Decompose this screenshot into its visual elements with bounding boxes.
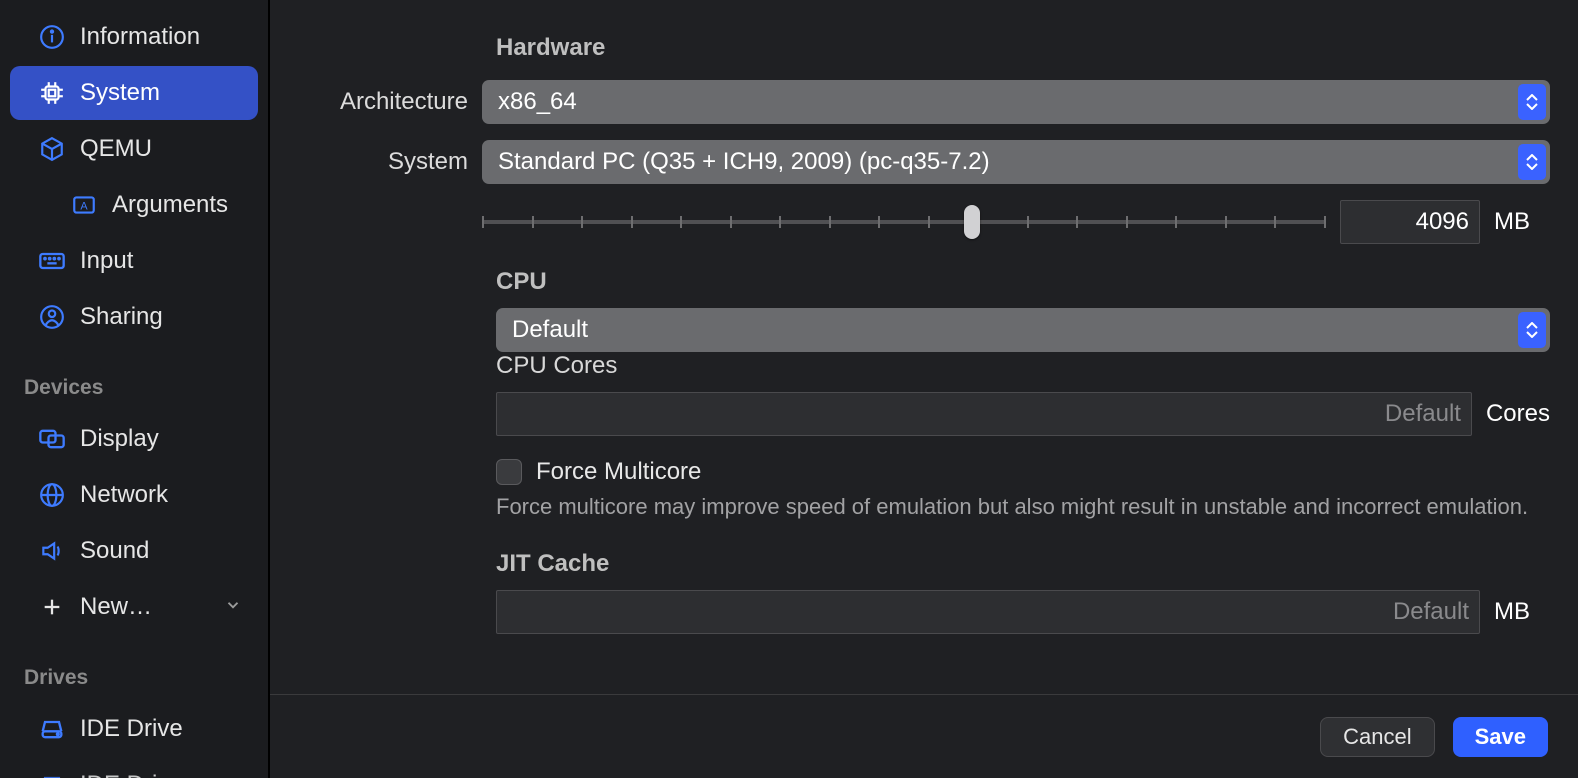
sidebar-item-label: QEMU: [80, 135, 152, 163]
memory-unit: MB: [1494, 208, 1550, 236]
display-icon: [38, 425, 66, 453]
system-popup-value: Standard PC (Q35 + ICH9, 2009) (pc-q35-7…: [498, 148, 990, 176]
cpu-icon: [38, 79, 66, 107]
sidebar-section-drives: Drives: [0, 636, 268, 700]
sidebar-item-label: Sound: [80, 537, 149, 565]
memory-slider-knob[interactable]: [964, 205, 980, 239]
arguments-icon: A: [70, 191, 98, 219]
updown-icon: [1518, 312, 1546, 348]
jit-cache-heading: JIT Cache: [496, 550, 1550, 578]
sidebar-item-new[interactable]: New…: [10, 580, 258, 634]
force-multicore-label: Force Multicore: [536, 458, 701, 486]
cpu-popup-value: Default: [512, 316, 588, 344]
sidebar-item-input[interactable]: Input: [10, 234, 258, 288]
memory-input[interactable]: [1340, 200, 1480, 244]
jit-cache-row: MB: [496, 590, 1550, 634]
sidebar-item-network[interactable]: Network: [10, 468, 258, 522]
sidebar-item-information[interactable]: Information: [10, 10, 258, 64]
footer: Cancel Save: [270, 694, 1578, 778]
content-scroll[interactable]: Hardware Architecture x86_64 System Stan…: [270, 0, 1578, 694]
main-panel: Hardware Architecture x86_64 System Stan…: [270, 0, 1578, 778]
sidebar-item-label: Display: [80, 425, 159, 453]
sidebar-item-ide-drive-1[interactable]: IDE Drive: [10, 702, 258, 756]
cpu-heading: CPU: [496, 268, 1550, 296]
save-button[interactable]: Save: [1453, 717, 1548, 757]
architecture-label: Architecture: [298, 88, 482, 116]
architecture-row: Architecture x86_64: [298, 80, 1550, 124]
cancel-button[interactable]: Cancel: [1320, 717, 1434, 757]
force-multicore-row: Force Multicore: [496, 458, 1550, 486]
updown-icon: [1518, 84, 1546, 120]
svg-text:A: A: [80, 200, 88, 212]
sidebar-item-label: IDE Drive: [80, 771, 183, 778]
cpu-cores-heading: CPU Cores: [496, 352, 1550, 380]
hardware-heading: Hardware: [496, 34, 1550, 62]
info-icon: [38, 23, 66, 51]
system-label: System: [298, 148, 482, 176]
speaker-icon: [38, 537, 66, 565]
chevron-down-icon: [224, 593, 242, 621]
cube-icon: [38, 135, 66, 163]
cpu-cores-row: Cores: [496, 392, 1550, 436]
sidebar-item-ide-drive-2[interactable]: IDE Drive: [10, 758, 258, 778]
jit-cache-input[interactable]: [496, 590, 1480, 634]
drive-icon: [38, 715, 66, 743]
sidebar-item-label: Sharing: [80, 303, 163, 331]
sidebar-item-label: IDE Drive: [80, 715, 183, 743]
jit-cache-unit: MB: [1494, 598, 1550, 626]
sidebar-item-arguments[interactable]: A Arguments: [10, 178, 258, 232]
system-row: System Standard PC (Q35 + ICH9, 2009) (p…: [298, 140, 1550, 184]
drive-icon: [38, 771, 66, 778]
cpu-cores-input[interactable]: [496, 392, 1472, 436]
sidebar-section-devices: Devices: [0, 346, 268, 410]
sidebar-item-label: Network: [80, 481, 168, 509]
memory-row: MB: [298, 200, 1550, 244]
cpu-cores-unit: Cores: [1486, 400, 1550, 428]
updown-icon: [1518, 144, 1546, 180]
keyboard-icon: [38, 247, 66, 275]
sidebar-item-label: Arguments: [112, 191, 228, 219]
architecture-popup-value: x86_64: [498, 88, 577, 116]
architecture-popup[interactable]: x86_64: [482, 80, 1550, 124]
globe-icon: [38, 481, 66, 509]
sidebar-item-display[interactable]: Display: [10, 412, 258, 466]
sidebar-item-sound[interactable]: Sound: [10, 524, 258, 578]
force-multicore-checkbox[interactable]: [496, 459, 522, 485]
sidebar: Information System QEMU A Arguments Inpu…: [0, 0, 270, 778]
sidebar-item-label: Information: [80, 23, 200, 51]
person-icon: [38, 303, 66, 331]
sidebar-item-label: System: [80, 79, 160, 107]
sidebar-item-sharing[interactable]: Sharing: [10, 290, 258, 344]
memory-slider[interactable]: [482, 204, 1326, 240]
system-popup[interactable]: Standard PC (Q35 + ICH9, 2009) (pc-q35-7…: [482, 140, 1550, 184]
cpu-row: Default: [496, 308, 1550, 352]
plus-icon: [38, 593, 66, 621]
sidebar-item-system[interactable]: System: [10, 66, 258, 120]
sidebar-item-label: Input: [80, 247, 133, 275]
force-multicore-hint: Force multicore may improve speed of emu…: [496, 494, 1550, 520]
sidebar-item-label: New…: [80, 593, 152, 621]
sidebar-item-qemu[interactable]: QEMU: [10, 122, 258, 176]
cpu-popup[interactable]: Default: [496, 308, 1550, 352]
